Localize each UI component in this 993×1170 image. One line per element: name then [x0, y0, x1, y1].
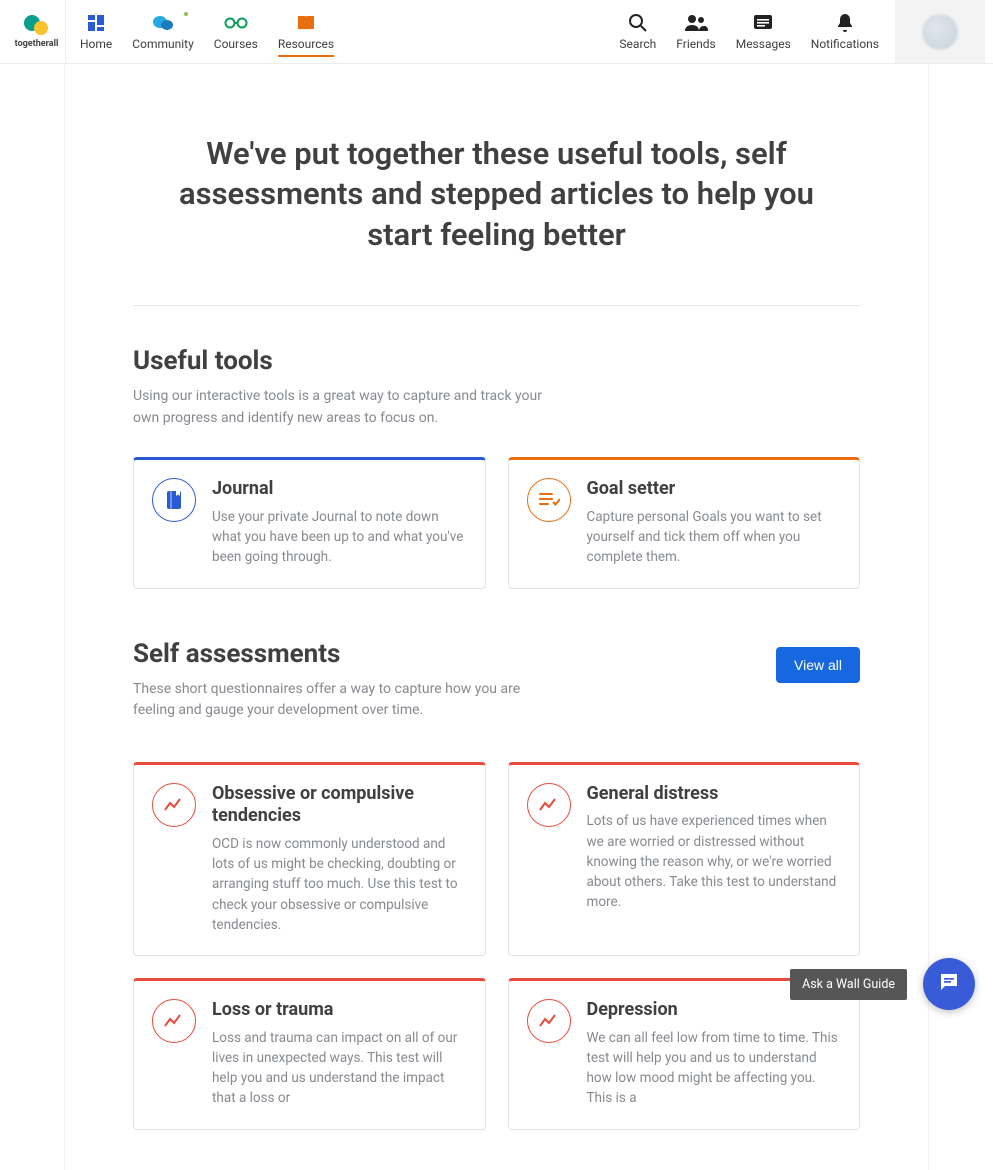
card-desc: Use your private Journal to note down wh…	[212, 507, 467, 568]
resources-page: We've put together these useful tools, s…	[64, 64, 929, 1170]
section-subtext: Using our interactive tools is a great w…	[133, 386, 563, 429]
nav-label: Courses	[214, 37, 258, 51]
card-title: General distress	[587, 783, 842, 806]
nav-courses[interactable]: Courses	[204, 0, 268, 63]
bell-icon	[836, 13, 854, 33]
section-self-assessments: Self assessments These short questionnai…	[65, 639, 928, 1130]
nav-community[interactable]: Community	[122, 0, 203, 63]
section-subtext: These short questionnaires offer a way t…	[133, 679, 563, 722]
nav-label: Search	[619, 37, 656, 51]
card-desc: We can all feel low from time to time. T…	[587, 1028, 842, 1109]
tool-card-goal-setter[interactable]: Goal setter Capture personal Goals you w…	[508, 457, 861, 588]
chat-fab[interactable]	[923, 958, 975, 1010]
trend-icon	[152, 783, 196, 827]
card-title: Goal setter	[587, 478, 842, 501]
section-useful-tools: Useful tools Using our interactive tools…	[65, 346, 928, 639]
assessment-card-depression[interactable]: Depression We can all feel low from time…	[508, 978, 861, 1130]
tool-card-journal[interactable]: Journal Use your private Journal to note…	[133, 457, 486, 588]
trend-icon	[527, 783, 571, 827]
user-menu[interactable]	[895, 0, 985, 63]
nav-label: Messages	[736, 37, 791, 51]
nav-home[interactable]: Home	[70, 0, 122, 63]
message-icon	[753, 13, 773, 33]
nav-search[interactable]: Search	[609, 0, 666, 63]
logo-icon	[24, 15, 50, 37]
nav-label: Home	[80, 37, 112, 51]
hero: We've put together these useful tools, s…	[65, 64, 928, 305]
trend-icon	[152, 999, 196, 1043]
book-icon	[296, 13, 316, 33]
nav-notifications[interactable]: Notifications	[801, 0, 889, 63]
nav-label: Friends	[676, 37, 715, 51]
glasses-icon	[224, 13, 248, 33]
brand-name: togetherall	[15, 39, 59, 49]
nav-resources[interactable]: Resources	[268, 0, 344, 63]
brand-logo[interactable]: togetherall	[8, 0, 66, 63]
nav-label: Community	[132, 37, 193, 51]
assessment-card-general-distress[interactable]: General distress Lots of us have experie…	[508, 762, 861, 956]
people-icon	[684, 13, 708, 33]
avatar-icon	[922, 14, 958, 50]
nav-label: Resources	[278, 37, 334, 51]
primary-nav: Home Community Courses Resources	[70, 0, 344, 63]
card-title: Loss or trauma	[212, 999, 467, 1022]
hero-title: We've put together these useful tools, s…	[155, 134, 838, 255]
trend-icon	[527, 999, 571, 1043]
assessment-card-loss-trauma[interactable]: Loss or trauma Loss and trauma can impac…	[133, 978, 486, 1130]
search-icon	[628, 13, 648, 33]
card-title: Obsessive or compulsive tendencies	[212, 783, 467, 828]
home-icon	[87, 13, 105, 33]
chat-bubbles-icon	[152, 13, 174, 33]
top-nav: togetherall Home Community Courses	[0, 0, 993, 64]
utility-nav: Search Friends Messages Notifications	[609, 0, 985, 63]
nav-messages[interactable]: Messages	[726, 0, 801, 63]
view-all-button[interactable]: View all	[776, 647, 860, 683]
card-title: Depression	[587, 999, 842, 1022]
card-desc: Capture personal Goals you want to set y…	[587, 507, 842, 568]
nav-label: Notifications	[811, 37, 879, 51]
divider	[133, 305, 860, 306]
chat-icon	[937, 970, 961, 998]
card-title: Journal	[212, 478, 467, 501]
notification-dot-icon	[182, 10, 190, 18]
section-heading: Self assessments	[133, 639, 776, 669]
journal-icon	[152, 478, 196, 522]
assessment-card-ocd[interactable]: Obsessive or compulsive tendencies OCD i…	[133, 762, 486, 956]
card-desc: Loss and trauma can impact on all of our…	[212, 1028, 467, 1109]
wall-guide-tooltip: Ask a Wall Guide	[790, 969, 907, 1000]
section-heading: Useful tools	[133, 346, 860, 376]
card-desc: OCD is now commonly understood and lots …	[212, 834, 467, 935]
card-desc: Lots of us have experienced times when w…	[587, 811, 842, 912]
checklist-icon	[527, 478, 571, 522]
nav-friends[interactable]: Friends	[666, 0, 725, 63]
